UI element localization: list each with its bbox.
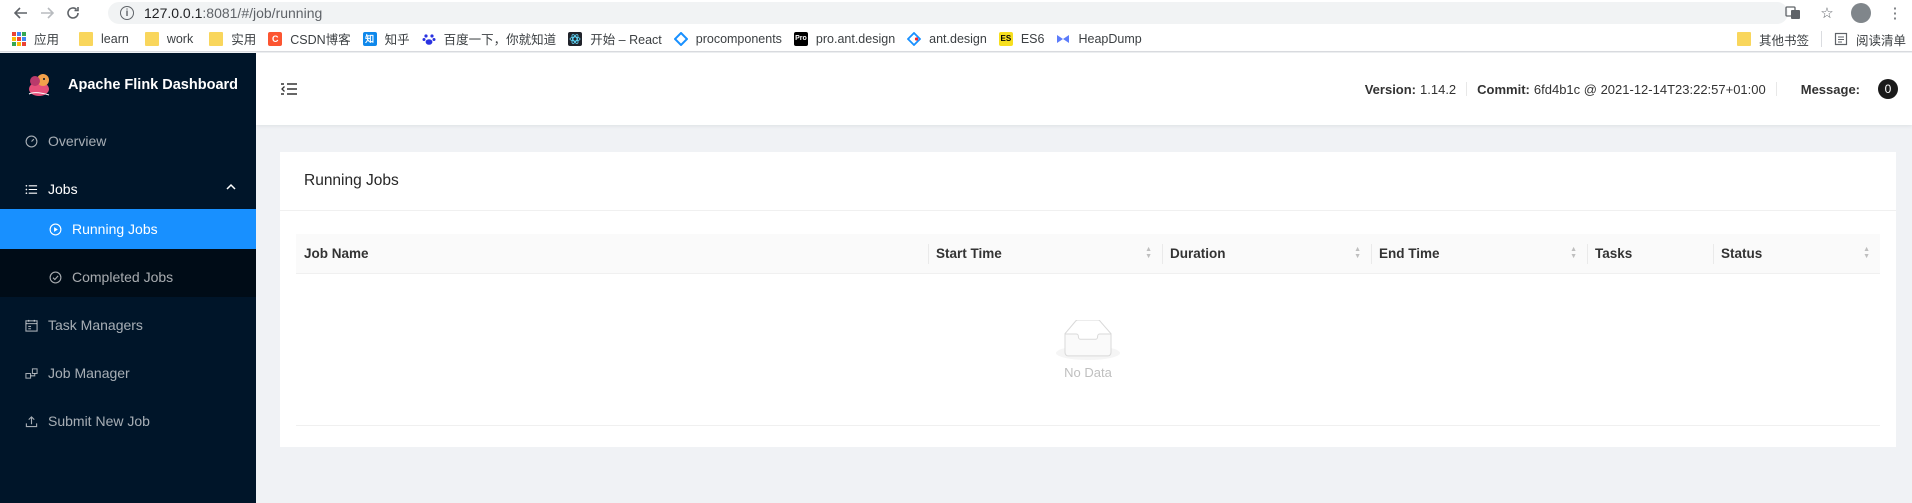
empty-state: No Data <box>296 274 1880 426</box>
star-icon[interactable]: ☆ <box>1810 0 1844 26</box>
column-status[interactable]: Status ▲ ▼ <box>1713 234 1880 273</box>
sort-caret-icon[interactable]: ▲ ▼ <box>1570 246 1577 260</box>
menu-overview[interactable]: Overview <box>0 121 256 161</box>
kebab-menu-icon[interactable]: ⋮ <box>1878 0 1912 26</box>
folder-icon <box>144 31 159 46</box>
play-circle-icon <box>48 222 62 236</box>
menu-fold-icon[interactable] <box>280 80 298 98</box>
site-info-icon[interactable]: i <box>120 6 134 20</box>
menu-task-managers[interactable]: Task Managers <box>0 305 256 345</box>
header-info: Version: 1.14.2 Commit: 6fd4b1c @ 2021-1… <box>1355 53 1912 125</box>
ant-design-icon <box>907 31 922 46</box>
menu-submit-new-job[interactable]: Submit New Job <box>0 401 256 441</box>
jobs-table: Job Name Start Time ▲ ▼ Duration ▲ ▼ End T… <box>296 234 1880 426</box>
column-job-name: Job Name <box>304 246 369 261</box>
app-logo[interactable]: Apache Flink Dashboard <box>0 53 256 117</box>
table-header: Job Name Start Time ▲ ▼ Duration ▲ ▼ End T… <box>296 234 1880 274</box>
bookmarks-separator <box>1820 31 1822 47</box>
column-start-time[interactable]: Start Time ▲ ▼ <box>928 234 1162 273</box>
es6-icon: ES <box>998 31 1013 46</box>
bookmark-folder-learn[interactable]: learn <box>73 26 135 52</box>
sidebar: Apache Flink Dashboard Overview Jobs Run… <box>0 53 256 503</box>
bookmark-csdn[interactable]: C CSDN博客 <box>262 26 356 52</box>
menu-completed-jobs[interactable]: Completed Jobs <box>0 257 256 297</box>
procomponents-icon <box>673 31 688 46</box>
bookmark-react[interactable]: 开始 – React <box>562 26 668 52</box>
bookmark-folder-work[interactable]: work <box>139 26 199 52</box>
app-header: Version: 1.14.2 Commit: 6fd4b1c @ 2021-1… <box>256 53 1912 125</box>
bookmark-procomponents[interactable]: procomponents <box>668 26 788 52</box>
profile-avatar[interactable] <box>1844 0 1878 26</box>
side-menu: Overview Jobs Running Jobs Completed Job… <box>0 121 256 441</box>
card-title: Running Jobs <box>280 152 1896 211</box>
message-count-badge[interactable]: 0 <box>1878 79 1898 99</box>
forward-button[interactable] <box>34 0 60 26</box>
version-info: Version: 1.14.2 <box>1364 81 1457 97</box>
zhihu-icon: 知 <box>362 31 377 46</box>
schedule-icon <box>24 318 38 332</box>
browser-toolbar: i 127.0.0.1:8081/#/job/running ☆ ⋮ <box>0 0 1912 26</box>
bookmark-baidu[interactable]: 百度一下，你就知道 <box>416 26 563 52</box>
cluster-icon <box>24 366 38 380</box>
reload-icon <box>67 7 79 19</box>
version-value: 1.14.2 <box>1420 81 1457 97</box>
menu-running-jobs[interactable]: Running Jobs <box>0 209 256 249</box>
address-bar[interactable]: i 127.0.0.1:8081/#/job/running <box>108 2 1788 24</box>
bookmark-es6[interactable]: ES ES6 <box>993 26 1051 52</box>
upload-icon <box>24 414 38 428</box>
bookmark-heapdump[interactable]: HeapDump <box>1050 26 1147 52</box>
unordered-list-icon <box>24 182 38 196</box>
commit-info: Commit: 6fd4b1c @ 2021-12-14T23:22:57+01… <box>1477 81 1766 97</box>
column-duration[interactable]: Duration ▲ ▼ <box>1162 234 1371 273</box>
chevron-up-icon <box>226 182 236 194</box>
csdn-icon: C <box>268 31 283 46</box>
bookmark-apps[interactable]: 应用 <box>6 26 65 52</box>
sort-caret-icon[interactable]: ▲ ▼ <box>1863 246 1870 260</box>
bookmark-zhihu[interactable]: 知 知乎 <box>357 26 416 52</box>
message-info[interactable]: Message: 0 <box>1777 79 1912 99</box>
back-button[interactable] <box>8 0 34 26</box>
heapdump-icon <box>1056 32 1070 46</box>
check-circle-icon <box>48 270 62 284</box>
running-jobs-card: Running Jobs Job Name Start Time ▲ ▼ Dura… <box>280 152 1896 447</box>
sort-caret-icon[interactable]: ▲ ▼ <box>1354 246 1361 260</box>
commit-value: 6fd4b1c @ 2021-12-14T23:22:57+01:00 <box>1533 81 1766 97</box>
bookmark-other-folder[interactable]: 其他书签 <box>1731 26 1815 52</box>
menu-jobs[interactable]: Jobs <box>0 169 256 209</box>
apps-grid-icon <box>12 31 26 46</box>
arrow-left-icon <box>14 7 27 19</box>
bookmark-pro-ant-design[interactable]: Pro pro.ant.design <box>788 26 901 52</box>
bookmark-ant-design[interactable]: ant.design <box>901 26 993 52</box>
url-path: :8081/#/job/running <box>202 5 323 21</box>
reading-list[interactable]: 阅读清单 <box>1828 26 1912 52</box>
react-icon <box>568 31 583 46</box>
baidu-paw-icon <box>422 32 436 46</box>
reading-list-icon <box>1834 32 1848 46</box>
column-end-time[interactable]: End Time ▲ ▼ <box>1371 234 1587 273</box>
flink-squirrel-icon <box>28 74 50 96</box>
empty-inbox-icon <box>1056 319 1120 360</box>
translate-icon[interactable] <box>1776 0 1810 26</box>
app-title: Apache Flink Dashboard <box>68 77 239 93</box>
column-tasks: Tasks <box>1587 234 1713 273</box>
jobs-submenu: Running Jobs Completed Jobs <box>0 209 256 297</box>
empty-text: No Data <box>1064 364 1112 380</box>
pro-icon: Pro <box>793 31 808 46</box>
url-host: 127.0.0.1 <box>144 5 203 21</box>
bookmark-folder-shiyong[interactable]: 实用 <box>203 26 262 52</box>
sort-caret-icon[interactable]: ▲ ▼ <box>1145 246 1152 260</box>
folder-icon <box>1736 32 1751 46</box>
arrow-right-icon <box>41 7 54 19</box>
bookmarks-bar: 应用 learn work 实用 C CSDN博客 知 知乎 百度一下，你就知道… <box>0 26 1912 52</box>
menu-job-manager[interactable]: Job Manager <box>0 353 256 393</box>
reload-button[interactable] <box>60 0 86 26</box>
dashboard-icon <box>24 134 38 148</box>
folder-icon <box>79 31 94 46</box>
folder-icon <box>209 31 224 46</box>
